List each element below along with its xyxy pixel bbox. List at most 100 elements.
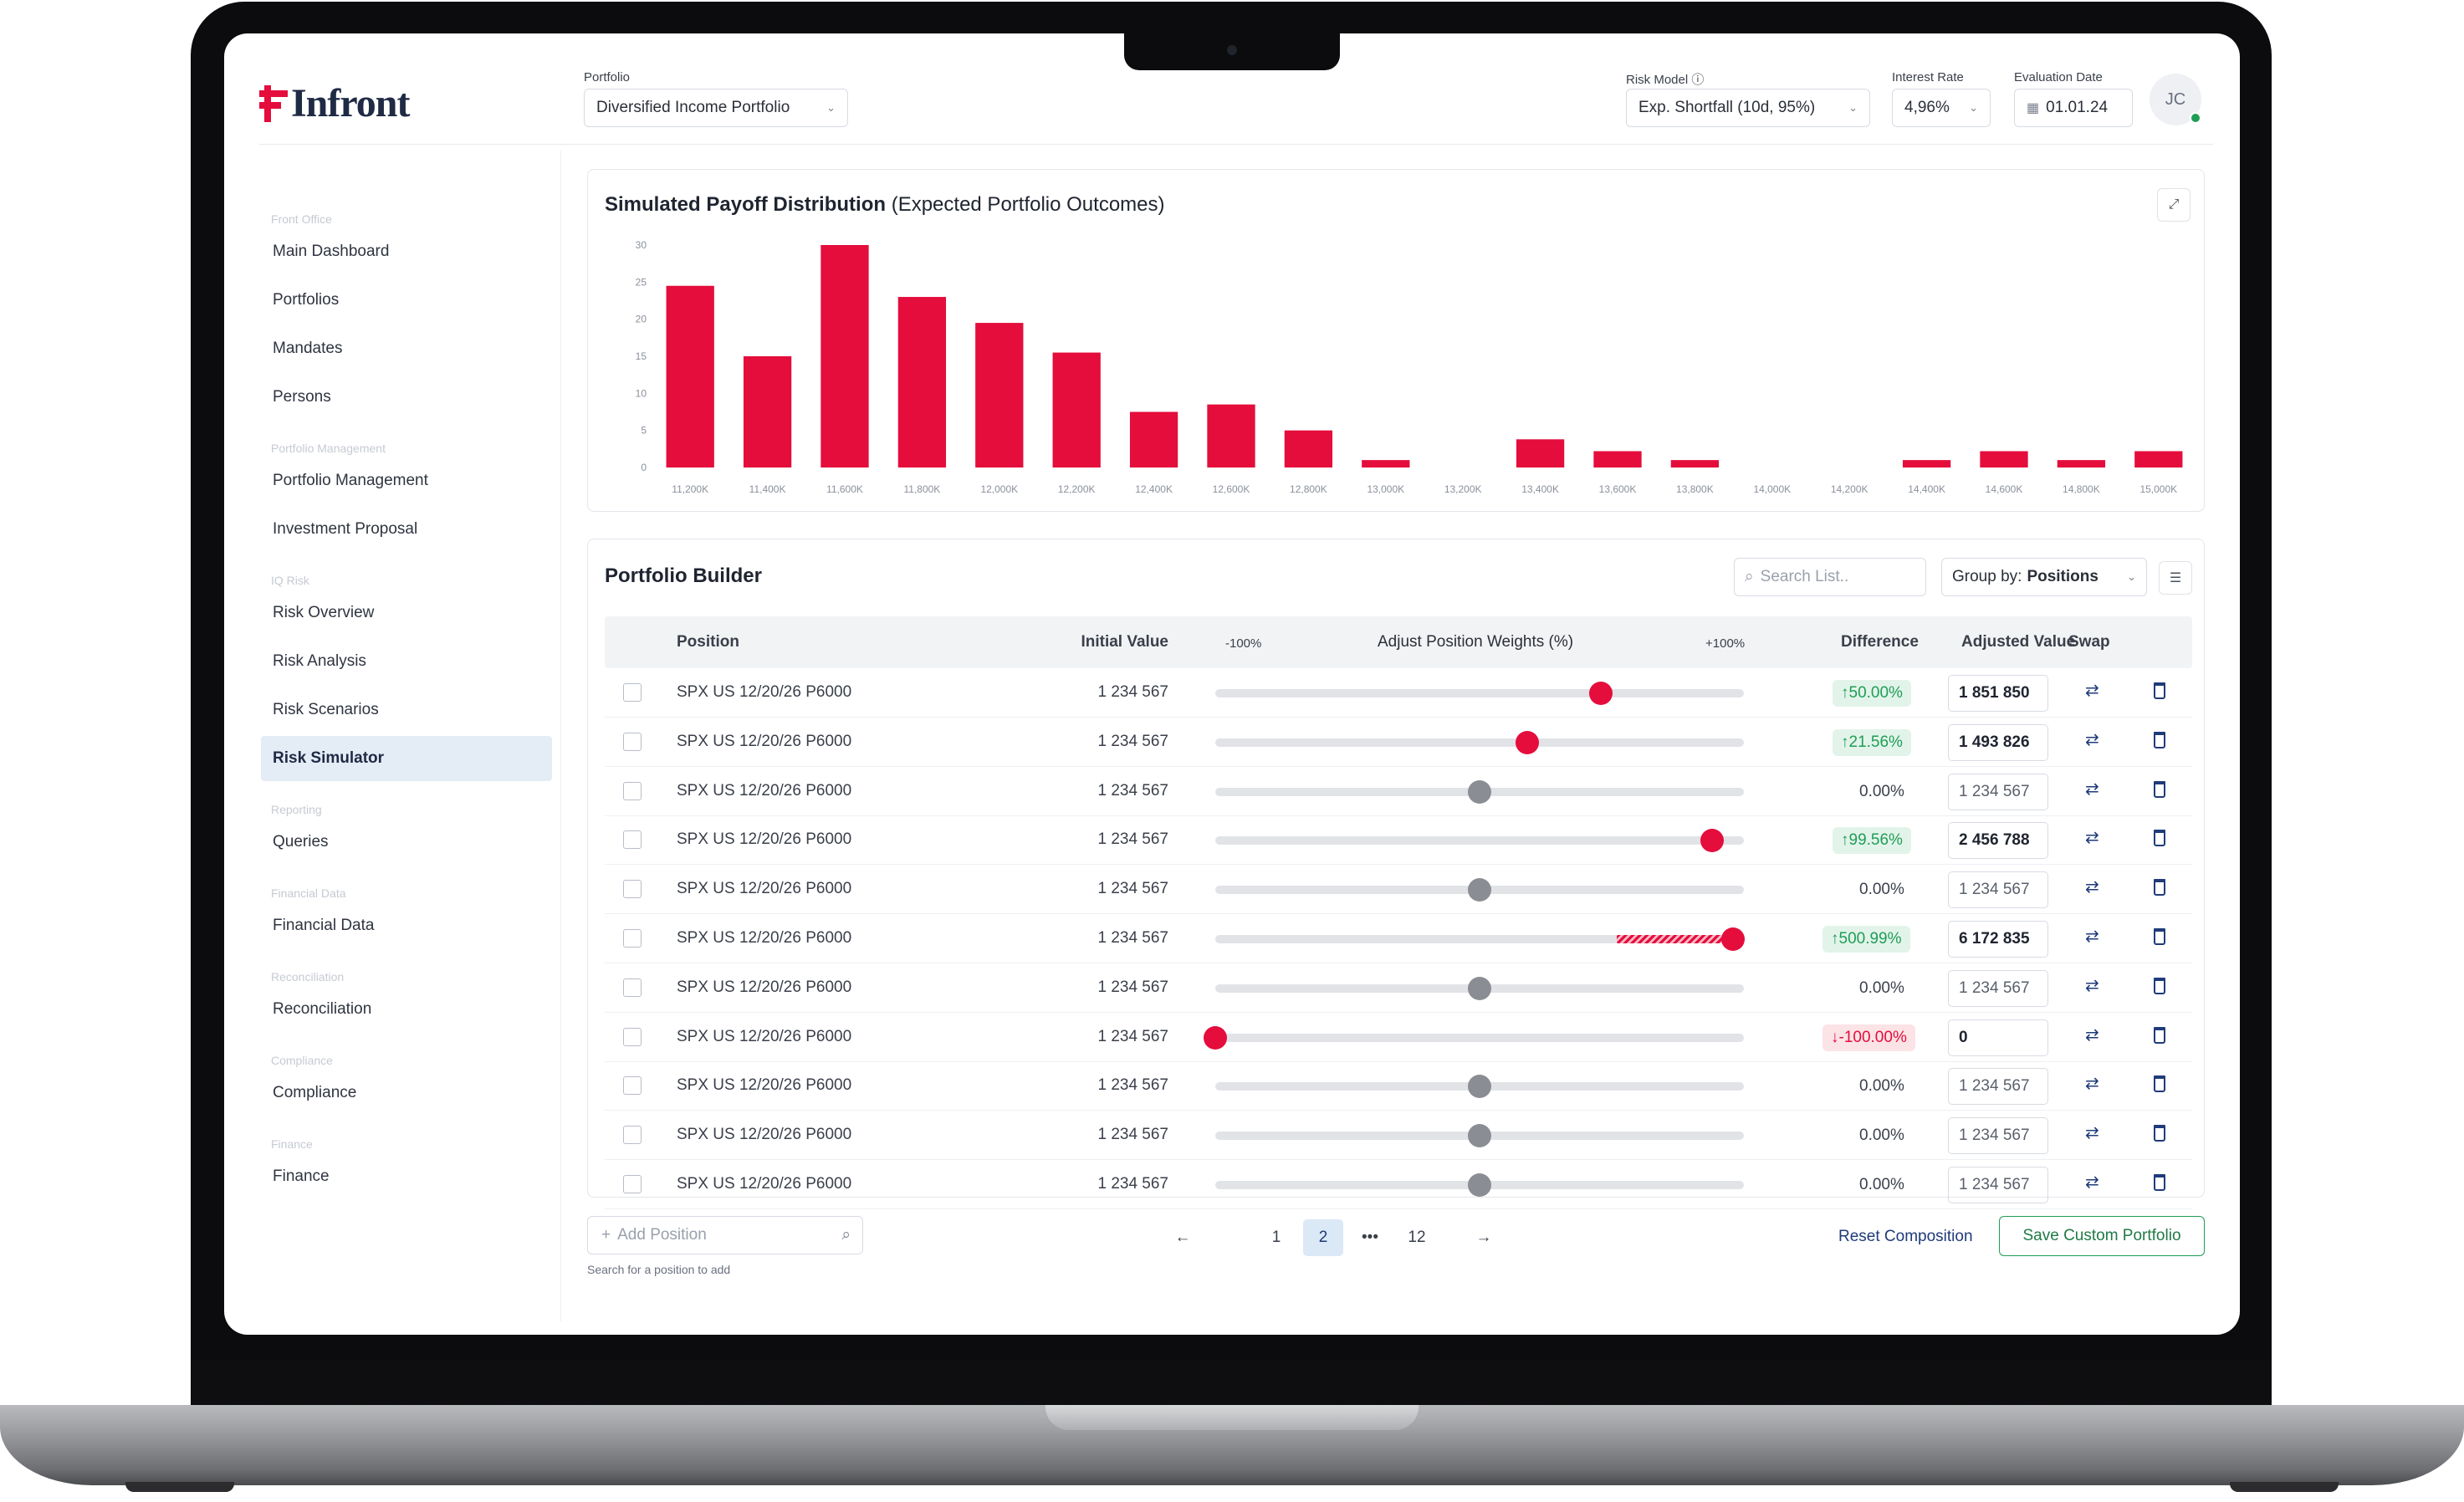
row-checkbox[interactable] (623, 929, 642, 948)
evaluation-date-input[interactable]: ▦ 01.01.24 (2014, 89, 2133, 127)
reset-composition-link[interactable]: Reset Composition (1838, 1228, 1973, 1246)
sidebar-item-queries[interactable]: Queries (261, 820, 552, 865)
sidebar-item-risk-overview[interactable]: Risk Overview (261, 590, 552, 636)
adjusted-value-input[interactable]: 2 456 788 (1948, 822, 2048, 859)
next-page-arrow-icon[interactable]: → (1464, 1219, 1504, 1256)
sidebar-item-financial-data[interactable]: Financial Data (261, 903, 552, 948)
weight-slider-handle[interactable] (1468, 780, 1491, 804)
search-list-input[interactable]: ⌕ Search List.. (1734, 558, 1926, 596)
sidebar-item-risk-scenarios[interactable]: Risk Scenarios (261, 687, 552, 733)
trash-icon[interactable] (2154, 682, 2165, 699)
trash-icon[interactable] (2154, 1125, 2165, 1142)
adjusted-value-input[interactable]: 1 234 567 (1948, 1167, 2048, 1203)
trash-icon[interactable] (2154, 1174, 2165, 1191)
save-custom-portfolio-button[interactable]: Save Custom Portfolio (1999, 1216, 2205, 1256)
swap-icon[interactable]: ⇄ (2085, 827, 2099, 848)
sidebar-item-reconciliation[interactable]: Reconciliation (261, 987, 552, 1032)
chart-bar[interactable] (975, 323, 1023, 467)
row-checkbox[interactable] (623, 1028, 642, 1046)
weight-slider-track[interactable] (1215, 1034, 1744, 1042)
adjusted-value-input[interactable]: 1 234 567 (1948, 774, 2048, 810)
trash-icon[interactable] (2154, 928, 2165, 945)
page-2-button[interactable]: 2 (1303, 1219, 1343, 1256)
sidebar-item-risk-analysis[interactable]: Risk Analysis (261, 639, 552, 684)
user-avatar[interactable]: JC (2150, 74, 2201, 125)
col-position[interactable]: Position (677, 633, 739, 651)
sidebar-item-portfolio-management[interactable]: Portfolio Management (261, 458, 552, 503)
sidebar-item-persons[interactable]: Persons (261, 375, 552, 420)
weight-slider-track[interactable] (1215, 836, 1744, 845)
sidebar-item-mandates[interactable]: Mandates (261, 326, 552, 371)
chart-bar[interactable] (2058, 460, 2105, 467)
chart-bar[interactable] (820, 245, 868, 467)
swap-icon[interactable]: ⇄ (2085, 926, 2099, 947)
weight-slider-handle[interactable] (1468, 1075, 1491, 1098)
weight-slider-handle[interactable] (1204, 1026, 1227, 1050)
sidebar-item-portfolios[interactable]: Portfolios (261, 278, 552, 323)
sidebar-item-risk-simulator[interactable]: Risk Simulator (261, 736, 552, 781)
chart-bar[interactable] (1516, 439, 1564, 467)
swap-icon[interactable]: ⇄ (2085, 1073, 2099, 1094)
trash-icon[interactable] (2154, 879, 2165, 896)
col-initial-value[interactable]: Initial Value (1081, 633, 1168, 651)
adjusted-value-input[interactable]: 1 851 850 (1948, 675, 2048, 712)
chart-bar[interactable] (1903, 460, 1950, 467)
weight-slider-track[interactable] (1215, 738, 1744, 747)
adjusted-value-input[interactable]: 1 234 567 (1948, 970, 2048, 1007)
weight-slider-handle[interactable] (1468, 977, 1491, 1000)
swap-icon[interactable]: ⇄ (2085, 779, 2099, 800)
chart-bar[interactable] (1671, 460, 1719, 467)
trash-icon[interactable] (2154, 1075, 2165, 1092)
weight-slider-handle[interactable] (1700, 829, 1724, 852)
info-icon[interactable]: ⓘ (1691, 73, 1704, 87)
chart-bar[interactable] (2134, 451, 2182, 467)
row-checkbox[interactable] (623, 733, 642, 751)
sidebar-item-compliance[interactable]: Compliance (261, 1070, 552, 1116)
row-checkbox[interactable] (623, 1175, 642, 1193)
chart-bar[interactable] (1362, 460, 1409, 467)
swap-icon[interactable]: ⇄ (2085, 876, 2099, 897)
weight-slider-handle[interactable] (1468, 1124, 1491, 1147)
risk-model-select[interactable]: Exp. Shortfall (10d, 95%) ⌄ (1626, 89, 1870, 127)
prev-page-arrow-icon[interactable]: ← (1163, 1219, 1203, 1256)
group-by-select[interactable]: Group by: Positions ⌄ (1941, 558, 2147, 596)
row-checkbox[interactable] (623, 1126, 642, 1144)
swap-icon[interactable]: ⇄ (2085, 975, 2099, 996)
chart-bar[interactable] (667, 286, 714, 467)
swap-icon[interactable]: ⇄ (2085, 1172, 2099, 1193)
row-checkbox[interactable] (623, 1076, 642, 1095)
page-1-button[interactable]: 1 (1256, 1219, 1296, 1256)
row-checkbox[interactable] (623, 683, 642, 702)
swap-icon[interactable]: ⇄ (2085, 729, 2099, 750)
row-checkbox[interactable] (623, 830, 642, 849)
sidebar-item-finance[interactable]: Finance (261, 1154, 552, 1199)
adjusted-value-input[interactable]: 1 234 567 (1948, 871, 2048, 908)
trash-icon[interactable] (2154, 781, 2165, 798)
chart-bar[interactable] (898, 297, 946, 467)
chart-bar[interactable] (744, 356, 791, 467)
trash-icon[interactable] (2154, 732, 2165, 748)
col-difference[interactable]: Difference (1841, 633, 1919, 651)
adjusted-value-input[interactable]: 0 (1948, 1019, 2048, 1056)
weight-slider-handle[interactable] (1468, 878, 1491, 902)
trash-icon[interactable] (2154, 830, 2165, 846)
weight-slider-handle[interactable] (1589, 682, 1613, 705)
adjusted-value-input[interactable]: 6 172 835 (1948, 921, 2048, 958)
weight-slider-handle[interactable] (1516, 731, 1539, 754)
chart-bar[interactable] (1130, 412, 1178, 468)
chart-bar[interactable] (1207, 405, 1255, 467)
col-adjusted-value[interactable]: Adjusted Value (1961, 633, 2075, 651)
swap-icon[interactable]: ⇄ (2085, 680, 2099, 701)
row-checkbox[interactable] (623, 978, 642, 997)
filter-icon[interactable]: ☰ (2159, 561, 2192, 595)
swap-icon[interactable]: ⇄ (2085, 1122, 2099, 1143)
portfolio-select[interactable]: Diversified Income Portfolio ⌄ (584, 89, 848, 127)
infront-logo[interactable]: Infront (259, 80, 409, 126)
swap-icon[interactable]: ⇄ (2085, 1024, 2099, 1045)
chart-bar[interactable] (1053, 353, 1101, 467)
adjusted-value-input[interactable]: 1 234 567 (1948, 1117, 2048, 1154)
weight-slider-handle[interactable] (1468, 1173, 1491, 1197)
trash-icon[interactable] (2154, 1027, 2165, 1044)
weight-slider-track[interactable] (1215, 689, 1744, 697)
page-12-button[interactable]: 12 (1397, 1219, 1437, 1256)
